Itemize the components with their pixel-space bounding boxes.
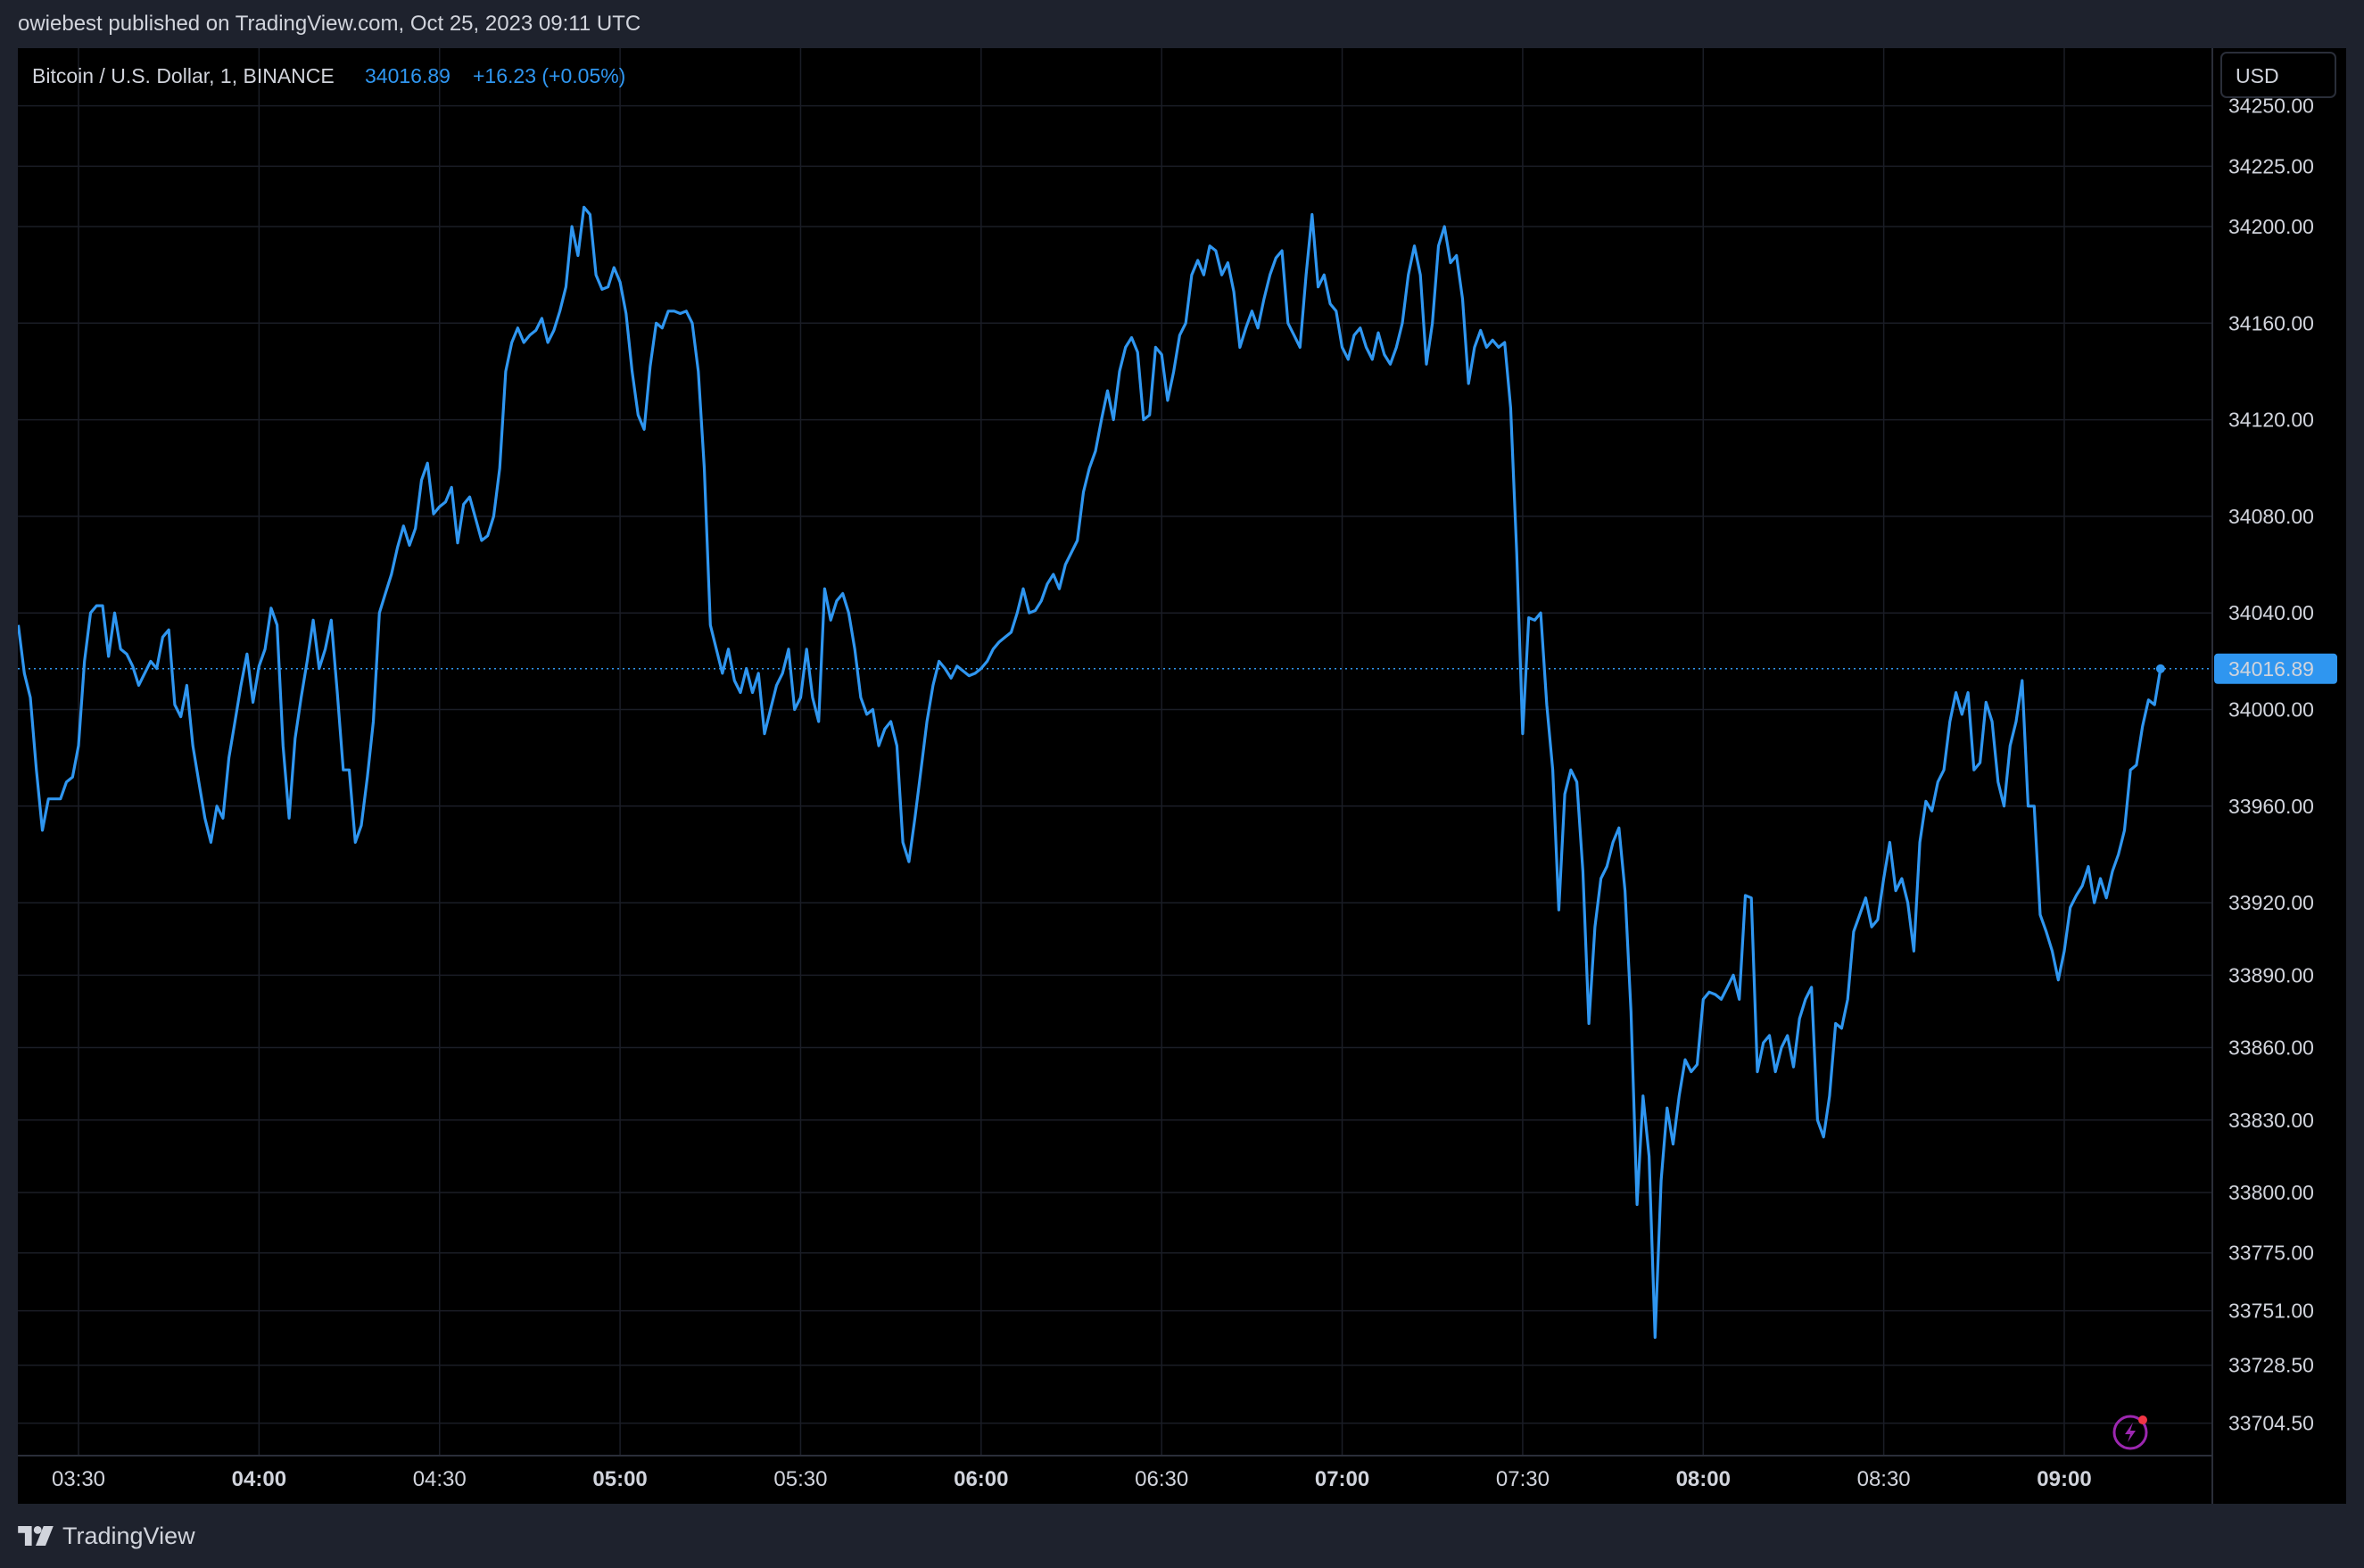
publish-info: owiebest published on TradingView.com, O…	[18, 12, 641, 36]
last-price-label: 34016.89	[2228, 657, 2314, 681]
price-tick-label: 33751.00	[2228, 1300, 2314, 1323]
time-tick-label: 09:00	[2037, 1467, 2091, 1491]
price-tick-label: 33960.00	[2228, 795, 2314, 818]
tradingview-logo-icon	[18, 1526, 54, 1546]
price-tick-label: 33800.00	[2228, 1181, 2314, 1204]
last-price-dot	[2155, 664, 2165, 673]
time-tick-label: 05:00	[592, 1467, 647, 1491]
price-tick-label: 33860.00	[2228, 1036, 2314, 1060]
price-chart[interactable]: 03:30 04:00 04:30 05:00 05:30 06:00 06:30 07:00…	[18, 48, 2346, 1504]
chart-area[interactable]: 03:30 04:00 04:30 05:00 05:30 06:00 06:30 07:00…	[18, 48, 2346, 1504]
price-tick-label: 33920.00	[2228, 891, 2314, 914]
price-tick-label: 33890.00	[2228, 963, 2314, 986]
time-tick-label: 06:30	[1135, 1467, 1188, 1491]
price-tick-label: 34160.00	[2228, 311, 2314, 334]
price-tick-label: 34120.00	[2228, 409, 2314, 432]
time-tick-label: 06:00	[954, 1467, 1008, 1491]
price-line	[18, 205, 2162, 1340]
time-axis[interactable]: 03:30 04:00 04:30 05:00 05:30 06:00 06:30 07:00…	[52, 1467, 2092, 1491]
lightning-alert-icon[interactable]	[2112, 1415, 2148, 1450]
time-tick-label: 07:00	[1315, 1467, 1369, 1491]
price-tick-label: 34040.00	[2228, 601, 2314, 624]
tradingview-logo[interactable]: TradingView	[18, 1518, 195, 1554]
publish-header: owiebest published on TradingView.com, O…	[0, 0, 2364, 48]
currency-button-label[interactable]: USD	[2236, 64, 2279, 87]
time-tick-label: 04:00	[232, 1467, 286, 1491]
chart-grid	[18, 48, 2212, 1456]
legend-last-price: 34016.89	[365, 64, 450, 87]
price-tick-label: 33830.00	[2228, 1109, 2314, 1132]
time-tick-label: 08:00	[1676, 1467, 1731, 1491]
tradingview-brand: TradingView	[62, 1522, 195, 1549]
time-tick-label: 03:30	[52, 1467, 105, 1491]
price-tick-label: 33704.50	[2228, 1412, 2314, 1435]
time-tick-label: 05:30	[773, 1467, 827, 1491]
time-tick-label: 04:30	[413, 1467, 467, 1491]
alert-badge-dot	[2138, 1415, 2147, 1424]
currency-button[interactable]: USD	[2220, 52, 2336, 98]
price-tick-label: 34200.00	[2228, 215, 2314, 238]
legend-symbol[interactable]: Bitcoin / U.S. Dollar, 1, BINANCE	[32, 64, 335, 87]
price-tick-label: 34080.00	[2228, 505, 2314, 528]
time-tick-label: 08:30	[1857, 1467, 1911, 1491]
price-axis[interactable]: 34250.0034225.0034200.0034160.0034120.00…	[2228, 95, 2314, 1435]
price-tick-label: 34000.00	[2228, 698, 2314, 722]
footer: TradingView	[0, 1504, 2364, 1568]
price-tick-label: 34225.00	[2228, 154, 2314, 177]
legend-change: +16.23 (+0.05%)	[473, 64, 625, 87]
price-tick-label: 33775.00	[2228, 1242, 2314, 1265]
price-tick-label: 33728.50	[2228, 1354, 2314, 1377]
time-tick-label: 07:30	[1496, 1467, 1550, 1491]
last-price-line-group: 34016.89	[18, 653, 2337, 684]
